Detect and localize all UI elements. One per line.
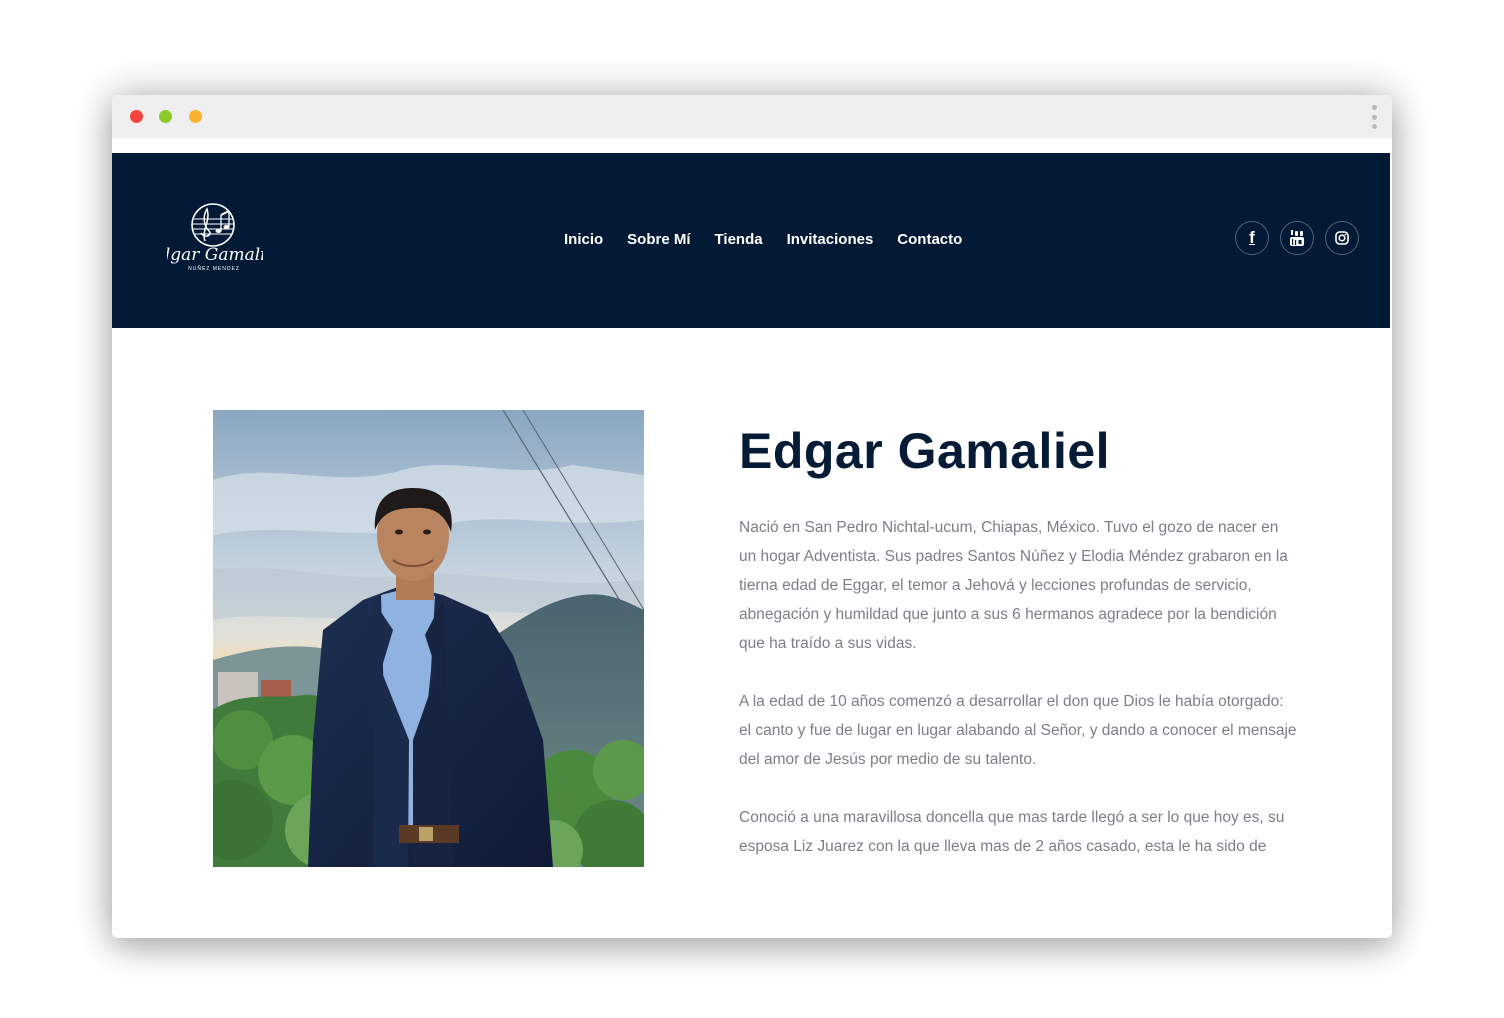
nav-item-contacto[interactable]: Contacto <box>897 231 962 248</box>
maximize-window-button[interactable] <box>159 110 172 123</box>
nav-item-invitaciones[interactable]: Invitaciones <box>787 231 874 248</box>
nav-item-tienda[interactable]: Tienda <box>715 231 763 248</box>
about-section: Edgar Gamaliel Nació en San Pedro Nichta… <box>739 410 1299 867</box>
about-bio: Nació en San Pedro Nichtal-ucum, Chiapas… <box>739 513 1299 867</box>
browser-menu-icon[interactable] <box>1370 105 1378 129</box>
profile-photo <box>213 410 644 867</box>
minimize-window-button[interactable] <box>189 110 202 123</box>
nav-item-inicio[interactable]: Inicio <box>564 231 603 248</box>
instagram-link[interactable] <box>1325 221 1359 255</box>
browser-title-bar <box>112 95 1392 138</box>
site-logo[interactable]: Edgar Gamaliel NUÑEZ MENDEZ <box>146 201 281 275</box>
browser-window: Edgar Gamaliel NUÑEZ MENDEZ Inicio Sobre… <box>112 95 1392 938</box>
logo-surnames: NUÑEZ MENDEZ <box>188 265 240 272</box>
bio-paragraph: A la edad de 10 años comenzó a desarroll… <box>739 693 1297 768</box>
site-header: Edgar Gamaliel NUÑEZ MENDEZ Inicio Sobre… <box>112 153 1390 328</box>
facebook-link[interactable]: f <box>1235 221 1269 255</box>
nav-item-sobre-mi[interactable]: Sobre Mí <box>627 231 690 248</box>
instagram-icon <box>1335 231 1349 245</box>
bio-paragraph: Conoció a una maravillosa doncella que m… <box>739 809 1285 855</box>
facebook-icon: f <box>1249 228 1255 247</box>
profile-photo-image <box>213 410 644 867</box>
logo-graphic: Edgar Gamaliel NUÑEZ MENDEZ <box>146 203 281 272</box>
main-navigation: Inicio Sobre Mí Tienda Invitaciones Cont… <box>564 227 962 251</box>
about-title: Edgar Gamaliel <box>739 423 1111 479</box>
social-links: f <box>1235 221 1359 255</box>
youtube-icon <box>1290 230 1304 246</box>
youtube-link[interactable] <box>1280 221 1314 255</box>
bio-paragraph: Nació en San Pedro Nichtal-ucum, Chiapas… <box>739 519 1288 652</box>
close-window-button[interactable] <box>130 110 143 123</box>
logo-name: Edgar Gamaliel <box>167 245 263 265</box>
